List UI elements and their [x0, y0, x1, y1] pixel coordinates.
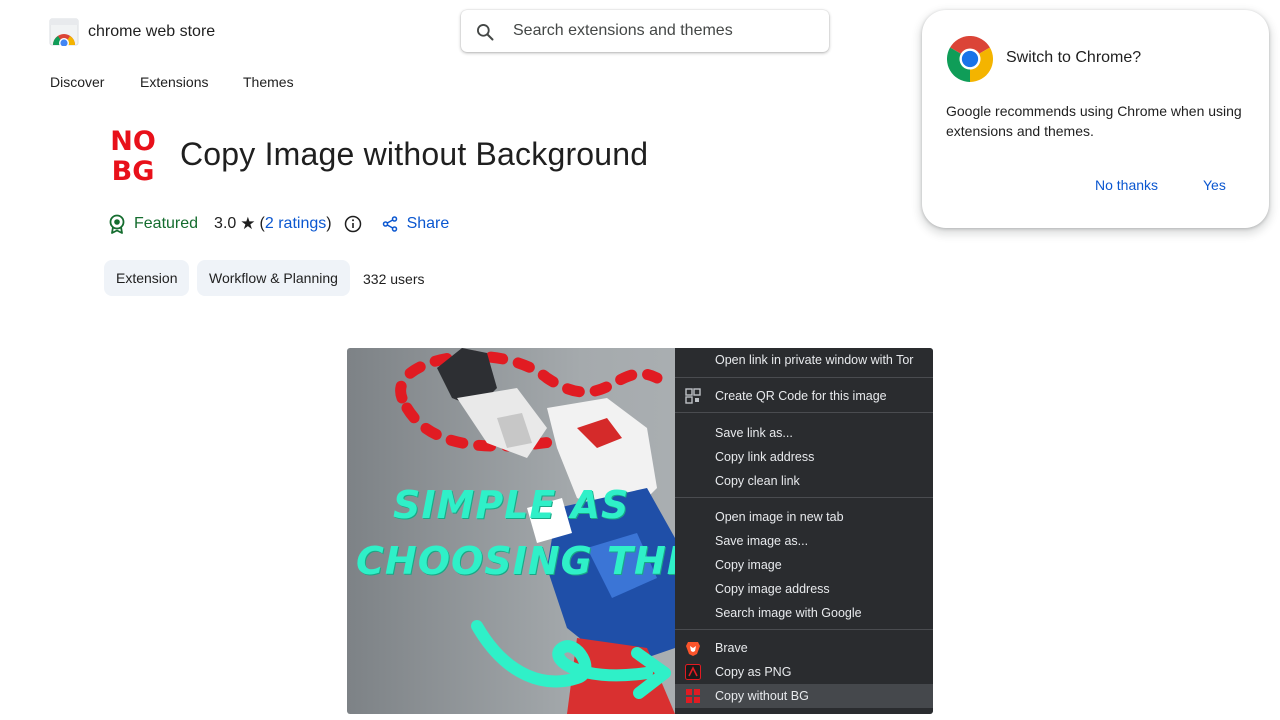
menu-item-open-image[interactable]: Open image in new tab: [715, 509, 844, 525]
extension-screenshot[interactable]: SIMPLE AS CHOOSING THIS! Open link in pr…: [347, 348, 933, 714]
chrome-logo-icon: [947, 36, 993, 82]
chrome-web-store-logo[interactable]: [49, 18, 79, 48]
rating-value: 3.0: [214, 215, 237, 232]
chip-extension[interactable]: Extension: [104, 260, 190, 296]
qr-icon: [685, 388, 701, 404]
menu-separator: [675, 629, 933, 630]
menu-item-open-tor[interactable]: Open link in private window with Tor: [715, 352, 913, 368]
search-icon[interactable]: [475, 22, 495, 42]
nav-themes[interactable]: Themes: [243, 73, 294, 91]
context-menu: Open link in private window with Tor Cre…: [675, 348, 933, 714]
robot-figure-artwork: [395, 348, 675, 714]
info-icon[interactable]: [344, 215, 362, 233]
menu-item-copy-clean-link[interactable]: Copy clean link: [715, 473, 800, 489]
chip-category[interactable]: Workflow & Planning: [197, 260, 350, 296]
store-name[interactable]: chrome web store: [88, 22, 215, 42]
menu-separator: [675, 497, 933, 498]
menu-separator: [675, 377, 933, 378]
menu-item-copy-image-address[interactable]: Copy image address: [715, 581, 830, 597]
switch-to-chrome-dialog: Switch to Chrome? Google recommends usin…: [922, 10, 1269, 228]
menu-item-brave[interactable]: Brave: [715, 640, 748, 656]
menu-item-save-link[interactable]: Save link as...: [715, 425, 793, 441]
user-count: 332 users: [363, 271, 425, 287]
logo-text-line2: BG: [112, 156, 155, 184]
no-thanks-button[interactable]: No thanks: [1095, 176, 1158, 194]
promo-text-line2: CHOOSING THIS!: [356, 539, 729, 583]
menu-item-search-google[interactable]: Search image with Google: [715, 605, 862, 621]
search-box[interactable]: [461, 10, 829, 52]
share-label: Share: [406, 215, 450, 232]
share-icon: [382, 216, 397, 232]
featured-badge[interactable]: Featured: [108, 212, 198, 236]
extension-meta-row: Featured 3.0 ★ ( 2 ratings ) Share: [108, 212, 449, 236]
nav-discover[interactable]: Discover: [50, 73, 104, 91]
menu-item-copy-png[interactable]: Copy as PNG: [715, 664, 791, 680]
ratings-close-paren: ): [326, 215, 332, 232]
extension-title: Copy Image without Background: [180, 136, 649, 172]
ratings-link[interactable]: 2 ratings: [265, 212, 326, 236]
menu-separator: [675, 412, 933, 413]
featured-label: Featured: [134, 215, 199, 232]
menu-item-save-image[interactable]: Save image as...: [715, 533, 808, 549]
store-bag-icon: [49, 18, 79, 48]
menu-item-create-qr[interactable]: Create QR Code for this image: [715, 388, 887, 404]
promo-text-line1: SIMPLE AS: [393, 483, 630, 527]
menu-item-copy-image[interactable]: Copy image: [715, 557, 782, 573]
featured-award-icon: [109, 214, 125, 234]
menu-item-copy-without-bg[interactable]: Copy without BG: [715, 688, 809, 704]
dialog-body: Google recommends using Chrome when usin…: [946, 103, 1242, 139]
brave-lion-icon: [686, 642, 700, 656]
star-icon: ★: [240, 214, 256, 233]
yes-button[interactable]: Yes: [1203, 176, 1226, 194]
logo-text-line1: NO: [110, 126, 156, 157]
menu-item-copy-link[interactable]: Copy link address: [715, 449, 814, 465]
share-button[interactable]: Share: [382, 212, 450, 236]
rating: 3.0 ★ ( 2 ratings ): [214, 212, 332, 236]
png-extension-icon: [685, 664, 701, 680]
extension-logo: NO BG: [109, 124, 157, 187]
search-input[interactable]: [513, 10, 813, 52]
nav-extensions[interactable]: Extensions: [140, 73, 208, 91]
dialog-title: Switch to Chrome?: [1006, 49, 1142, 66]
nobg-extension-icon: [686, 689, 700, 703]
